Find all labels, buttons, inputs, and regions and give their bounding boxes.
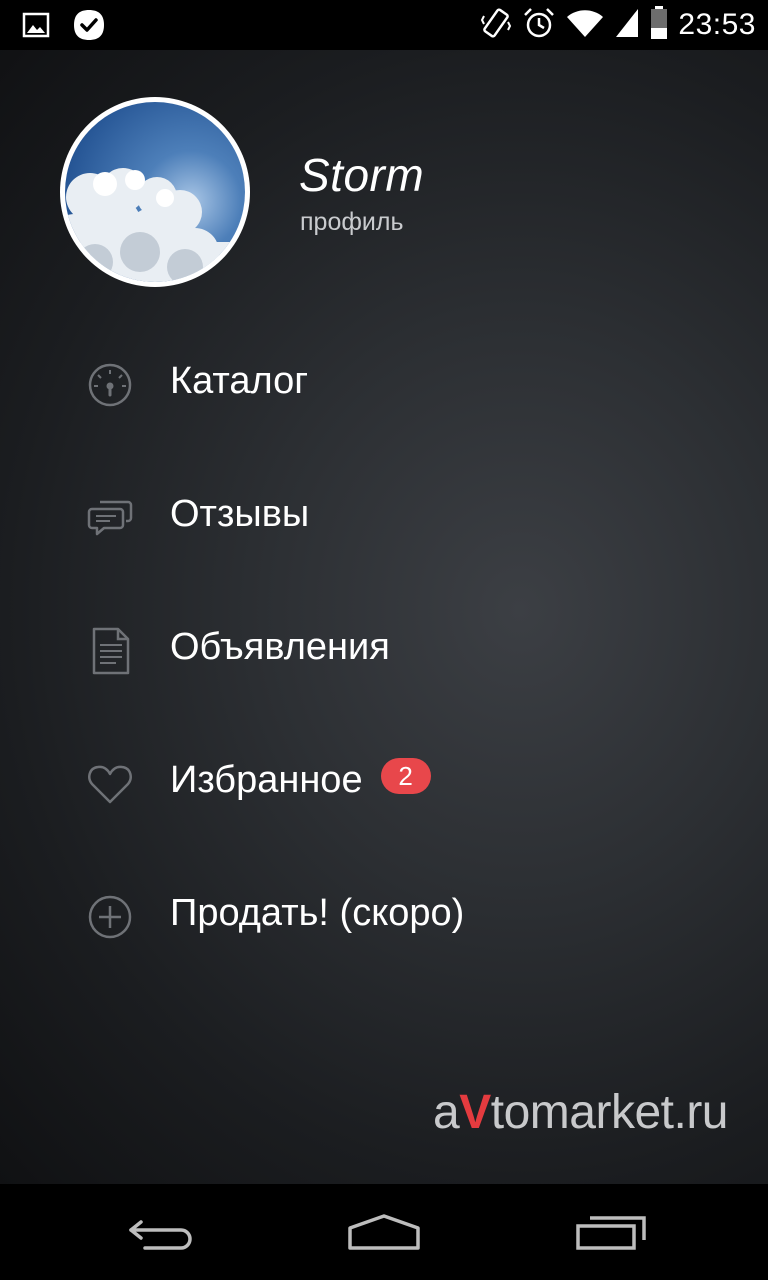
speedometer-icon bbox=[86, 361, 134, 409]
back-button[interactable] bbox=[111, 1204, 211, 1260]
back-icon bbox=[111, 1220, 211, 1264]
avatar-image bbox=[65, 102, 245, 282]
menu-item-label: Избранное 2 bbox=[170, 757, 431, 802]
vibrate-icon bbox=[480, 6, 512, 45]
avtomarket-logo: aVtomarket.ru bbox=[433, 1085, 728, 1140]
logo-text-accent: V bbox=[459, 1086, 491, 1139]
home-icon bbox=[334, 1214, 434, 1264]
logo-text-a: a bbox=[433, 1086, 460, 1139]
menu-item-label: Объявления bbox=[170, 626, 390, 668]
menu-item-label: Каталог bbox=[170, 360, 309, 402]
check-badge-icon bbox=[72, 8, 106, 47]
image-notification-icon bbox=[22, 11, 50, 44]
document-icon bbox=[86, 627, 134, 675]
logo-text-tomarket: tomarket bbox=[490, 1086, 674, 1139]
plus-circle-icon bbox=[86, 893, 134, 941]
clock-time: 23:53 bbox=[678, 8, 756, 41]
menu-item-reviews[interactable]: Отзывы bbox=[0, 461, 768, 571]
system-navigation-bar bbox=[0, 1184, 768, 1280]
menu-item-label: Продать! (скоро) bbox=[170, 892, 465, 934]
notification-icons bbox=[22, 8, 106, 47]
status-bar: 23:53 bbox=[0, 0, 768, 50]
menu-item-sell[interactable]: Продать! (скоро) bbox=[0, 860, 768, 970]
favorites-label: Избранное bbox=[170, 759, 363, 801]
wifi-icon bbox=[566, 7, 604, 44]
home-button[interactable] bbox=[334, 1204, 434, 1260]
favorites-count-badge: 2 bbox=[380, 757, 431, 794]
navigation-drawer: Storm профиль Каталог Отзывы Объявления … bbox=[0, 50, 768, 1184]
recent-apps-icon bbox=[560, 1216, 660, 1264]
recent-apps-button[interactable] bbox=[560, 1204, 660, 1260]
profile-subtitle[interactable]: профиль bbox=[300, 208, 404, 237]
menu-item-favorites[interactable]: Избранное 2 bbox=[0, 727, 768, 837]
system-icons: 23:53 bbox=[480, 4, 756, 46]
menu-item-listings[interactable]: Объявления bbox=[0, 594, 768, 704]
menu-item-label: Отзывы bbox=[170, 493, 310, 535]
menu-item-catalog[interactable]: Каталог bbox=[0, 328, 768, 438]
avatar[interactable] bbox=[60, 97, 250, 287]
screen: 23:53 Storm профиль Каталог Отзывы Объяв… bbox=[0, 0, 768, 1280]
battery-icon bbox=[650, 5, 668, 45]
heart-icon bbox=[86, 760, 134, 808]
alarm-icon bbox=[522, 6, 556, 45]
profile-name[interactable]: Storm bbox=[299, 148, 424, 202]
signal-icon bbox=[614, 7, 640, 44]
chat-bubbles-icon bbox=[86, 494, 134, 542]
logo-text-domain: .ru bbox=[673, 1086, 728, 1139]
